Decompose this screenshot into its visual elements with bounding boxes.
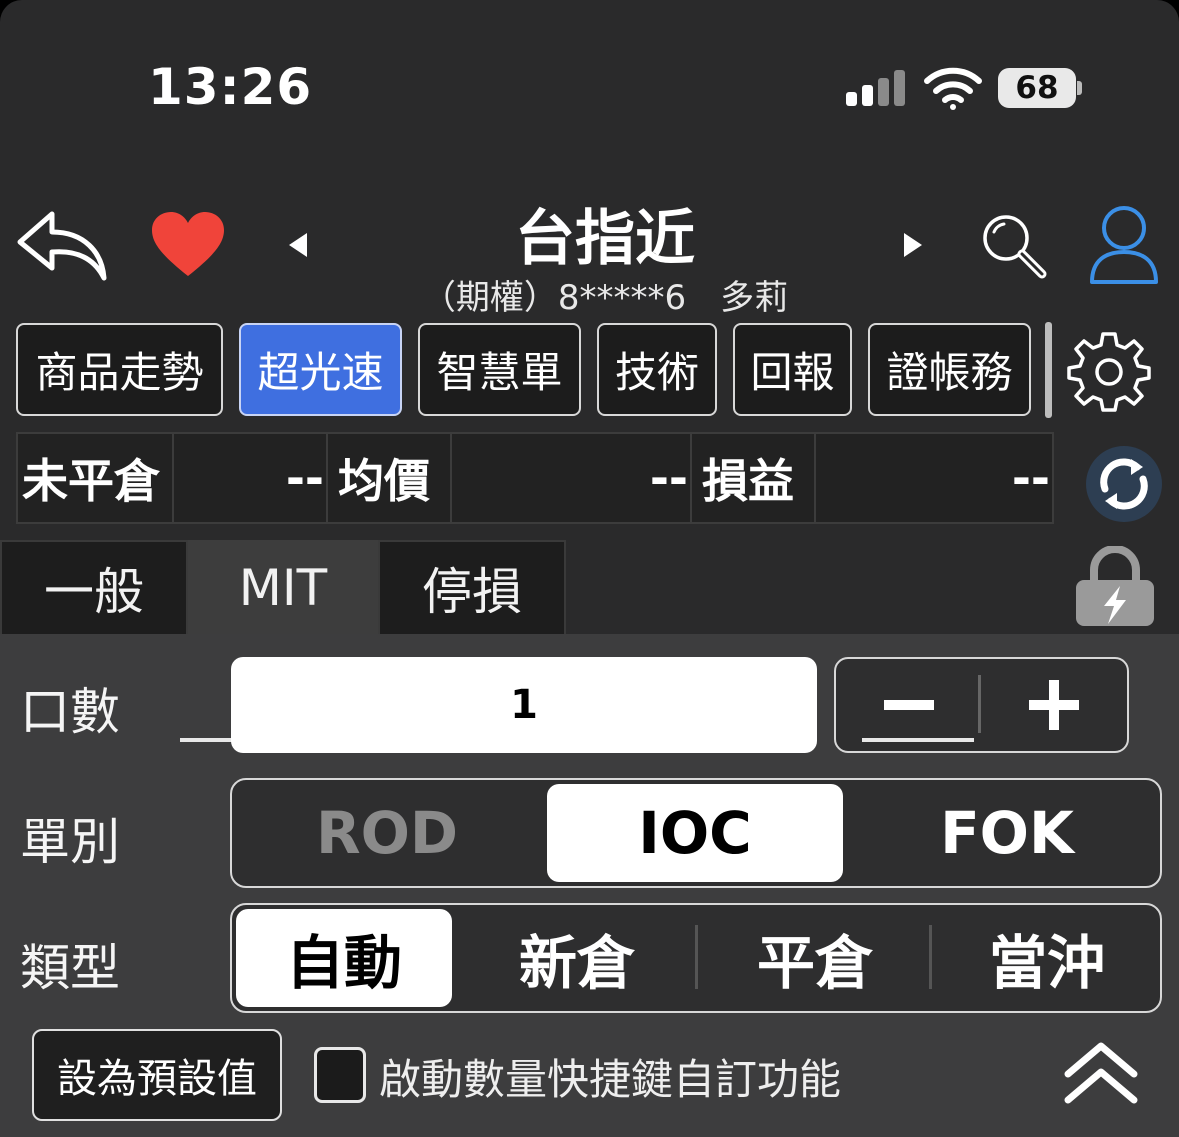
average-price-value: -- (452, 434, 692, 522)
tab-stop-loss[interactable]: 停損 (378, 540, 566, 636)
order-kind-rod[interactable]: ROD (252, 780, 522, 885)
quantity-underline (180, 738, 235, 742)
set-default-button[interactable]: 設為預設值 (32, 1029, 282, 1121)
stepper-divider (978, 675, 981, 733)
order-kind-selector: ROD IOC FOK (230, 778, 1162, 888)
tab-report[interactable]: 回報 (733, 323, 852, 416)
type-close-position[interactable]: 平倉 (700, 905, 930, 1010)
position-type-selector: 自動 新倉 平倉 當沖 (230, 903, 1162, 1013)
battery-tip (1077, 81, 1082, 95)
wifi-icon (924, 67, 982, 110)
position-type-label: 類型 (20, 939, 120, 997)
open-position-label: 未平倉 (18, 434, 174, 522)
previous-product-arrow-icon[interactable] (287, 232, 309, 258)
double-chevron-up-icon[interactable] (1062, 1040, 1140, 1108)
order-type-tabs: 一般 MIT 停損 (0, 540, 566, 636)
status-time: 13:26 (148, 58, 313, 116)
lock-lightning-icon[interactable] (1074, 546, 1156, 628)
profit-loss-value: -- (1011, 451, 1050, 505)
app-screen: 13:26 68 台指近 （期權）8*****6 多莉 商品走勢 超光速 智慧單… (0, 0, 1179, 1137)
tab-product-trend[interactable]: 商品走勢 (16, 323, 223, 416)
open-position-value: -- (174, 434, 328, 522)
tab-smart-order[interactable]: 智慧單 (418, 323, 581, 416)
type-day-trade[interactable]: 當沖 (934, 905, 1160, 1010)
favorite-heart-icon[interactable] (150, 210, 226, 278)
battery-level: 68 (998, 68, 1076, 108)
back-reply-icon[interactable] (16, 208, 110, 284)
tab-scroll-divider (1045, 322, 1052, 418)
cellular-signal-icon (846, 70, 906, 106)
tab-mit[interactable]: MIT (188, 540, 378, 636)
quantity-label: 口數 (20, 683, 120, 741)
account-subtitle: （期權）8*****6 多莉 (421, 278, 789, 318)
user-account-icon[interactable] (1088, 204, 1160, 286)
tab-hyper-speed[interactable]: 超光速 (239, 323, 402, 416)
quantity-shortcut-checkbox[interactable] (314, 1047, 366, 1103)
type-separator (929, 925, 932, 989)
tab-general[interactable]: 一般 (0, 540, 188, 636)
decrease-quantity-button[interactable] (836, 659, 981, 750)
search-icon[interactable] (980, 212, 1048, 280)
plus-icon (1028, 679, 1079, 730)
next-product-arrow-icon[interactable] (902, 232, 924, 258)
product-title: 台指近 (515, 204, 695, 274)
average-price-label: 均價 (328, 434, 452, 522)
quantity-shortcut-label: 啟動數量快捷鍵自訂功能 (379, 1055, 842, 1104)
stepper-underline (862, 738, 974, 742)
quantity-input[interactable]: 1 (231, 657, 817, 753)
tab-account-affairs[interactable]: 證帳務 (868, 323, 1031, 416)
increase-quantity-button[interactable] (981, 659, 1126, 750)
position-summary-row: 未平倉 -- 均價 -- 損益 -- (16, 432, 1054, 524)
order-kind-fok[interactable]: FOK (872, 780, 1142, 885)
order-kind-label: 單別 (20, 813, 120, 871)
minus-icon (883, 699, 934, 710)
type-auto[interactable]: 自動 (236, 909, 452, 1007)
gear-icon[interactable] (1067, 330, 1151, 414)
refresh-icon[interactable] (1085, 445, 1163, 523)
type-new-position[interactable]: 新倉 (462, 905, 692, 1010)
order-kind-ioc[interactable]: IOC (547, 784, 843, 882)
type-separator (695, 925, 698, 989)
profit-loss-label: 損益 (692, 434, 816, 522)
tab-technical[interactable]: 技術 (597, 323, 717, 416)
